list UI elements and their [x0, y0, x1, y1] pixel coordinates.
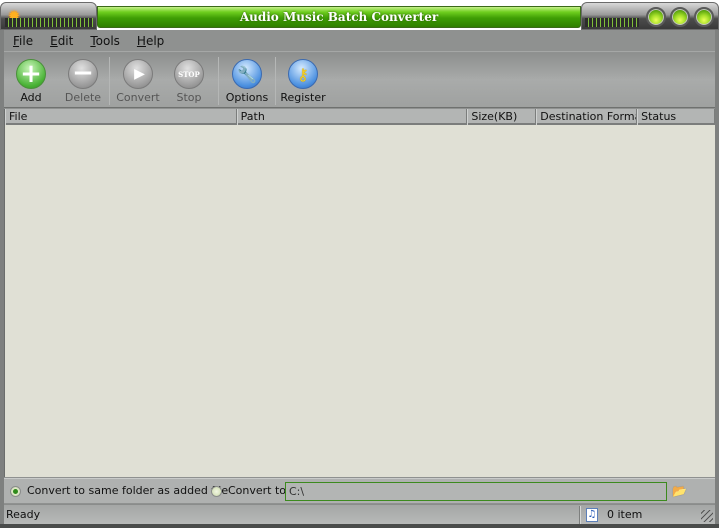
title-bar[interactable]: ✹ Audio Music Batch Converter [0, 0, 719, 30]
stop-button[interactable]: STOP Stop [166, 55, 212, 107]
maximize-button[interactable] [670, 7, 690, 27]
file-list[interactable]: File Path Size(KB) Destination Format St… [4, 109, 715, 477]
title-bar-left-cap: ✹ [0, 2, 97, 30]
output-options-bar: Convert to same folder as added file Con… [4, 478, 715, 503]
menu-help[interactable]: Help [128, 30, 172, 52]
options-button[interactable]: 🔧 Options [219, 55, 275, 107]
add-label: Add [20, 91, 42, 104]
status-bar: Ready ♫ 0 item [4, 504, 715, 524]
menu-bar: File Edit Tools Help [4, 30, 715, 52]
key-icon: ⚷ [288, 59, 318, 89]
music-file-icon: ♫ [586, 508, 598, 522]
minus-icon: − [68, 59, 98, 89]
radio-convert-to-label[interactable]: Convert to [228, 484, 286, 497]
wrench-icon: 🔧 [232, 59, 262, 89]
window-frame-bottom [0, 524, 719, 528]
list-body[interactable] [5, 127, 715, 477]
stop-icon: STOP [174, 59, 204, 89]
convert-label: Convert [116, 91, 160, 104]
folder-browse-icon[interactable]: 📂 [672, 484, 687, 498]
grill-decoration [585, 18, 639, 27]
column-header-destination-format[interactable]: Destination Format [536, 109, 638, 125]
app-window: ✹ Audio Music Batch Converter File Edit … [0, 0, 719, 528]
list-header: File Path Size(KB) Destination Format St… [5, 109, 715, 125]
window-frame-right [715, 30, 719, 524]
resize-grip-icon[interactable] [701, 510, 713, 522]
window-title: Audio Music Batch Converter [239, 10, 439, 24]
grill-decoration [5, 18, 93, 27]
minimize-button[interactable] [646, 7, 666, 27]
column-header-status[interactable]: Status [637, 109, 715, 125]
output-path-input[interactable] [285, 482, 667, 501]
delete-label: Delete [64, 91, 102, 104]
column-header-size[interactable]: Size(KB) [467, 109, 537, 125]
plus-icon: + [16, 59, 46, 89]
column-header-path[interactable]: Path [236, 109, 468, 125]
menu-tools[interactable]: Tools [81, 30, 128, 52]
title-bar-right-cap [581, 2, 719, 30]
menu-edit[interactable]: Edit [41, 30, 81, 52]
add-button[interactable]: + Add [5, 55, 57, 107]
radio-same-folder[interactable] [10, 486, 21, 497]
menu-file[interactable]: File [4, 30, 41, 52]
status-text: Ready [6, 508, 41, 521]
register-button[interactable]: ⚷ Register [276, 55, 330, 107]
options-label: Options [225, 91, 269, 104]
toolbar-group-edit: + Add − Delete ▶ Convert STOP Stop 🔧 Opt… [5, 55, 330, 107]
radio-convert-to[interactable] [211, 486, 222, 497]
delete-button[interactable]: − Delete [57, 55, 109, 107]
status-separator [579, 506, 581, 524]
play-icon: ▶ [123, 59, 153, 89]
title-bar-center: Audio Music Batch Converter [97, 6, 581, 28]
convert-button[interactable]: ▶ Convert [110, 55, 166, 107]
close-button[interactable] [694, 7, 714, 27]
radio-same-folder-label[interactable]: Convert to same folder as added file [27, 484, 228, 497]
toolbar: + Add − Delete ▶ Convert STOP Stop 🔧 Opt… [4, 53, 715, 108]
item-count: 0 item [607, 508, 643, 521]
stop-label: Stop [176, 91, 202, 104]
register-label: Register [280, 91, 326, 104]
column-header-file[interactable]: File [5, 109, 237, 125]
